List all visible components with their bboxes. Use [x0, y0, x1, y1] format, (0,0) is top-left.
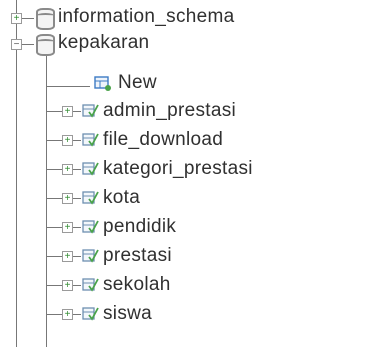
- table-label[interactable]: siswa: [103, 303, 152, 325]
- tree-branch-line: [46, 256, 62, 257]
- table-label[interactable]: file_download: [103, 129, 223, 151]
- table-row[interactable]: + admin_prestasi: [0, 98, 379, 126]
- expand-plus-icon[interactable]: +: [62, 106, 73, 117]
- tree-branch-line: [46, 86, 90, 87]
- table-icon: [82, 249, 99, 263]
- table-row[interactable]: + sekolah: [0, 272, 379, 300]
- table-row[interactable]: + kategori_prestasi: [0, 156, 379, 184]
- table-icon: [82, 278, 99, 292]
- expand-plus-icon[interactable]: +: [62, 280, 73, 291]
- expand-plus-icon[interactable]: +: [62, 222, 73, 233]
- table-row[interactable]: + siswa: [0, 301, 379, 329]
- database-label[interactable]: kepakaran: [58, 32, 149, 54]
- table-icon: [82, 220, 99, 234]
- tree-branch-line: [73, 140, 81, 141]
- tree-branch-line: [46, 314, 62, 315]
- database-label[interactable]: information_schema: [58, 6, 234, 28]
- tree-branch-line: [46, 227, 62, 228]
- table-icon: [82, 133, 99, 147]
- table-label[interactable]: kategori_prestasi: [103, 158, 253, 180]
- tree-branch-line: [73, 256, 81, 257]
- table-label[interactable]: prestasi: [103, 245, 172, 267]
- tree-branch-line: [73, 169, 81, 170]
- tree-branch-line: [46, 169, 62, 170]
- tree-branch-line: [73, 227, 81, 228]
- expand-plus-icon[interactable]: +: [62, 193, 73, 204]
- tree-branch-line: [73, 111, 81, 112]
- expand-plus-icon[interactable]: +: [62, 251, 73, 262]
- table-row[interactable]: + pendidik: [0, 214, 379, 242]
- database-icon: [36, 34, 55, 56]
- table-label[interactable]: pendidik: [103, 216, 176, 238]
- expand-plus-icon[interactable]: +: [62, 164, 73, 175]
- table-label[interactable]: admin_prestasi: [103, 100, 236, 122]
- table-label[interactable]: kota: [103, 187, 140, 209]
- expand-plus-icon[interactable]: +: [62, 309, 73, 320]
- tree-node-information-schema[interactable]: + information_schema: [0, 4, 379, 32]
- tree-node-kepakaran[interactable]: − kepakaran: [0, 30, 379, 58]
- table-icon: [82, 191, 99, 205]
- table-icon: [82, 162, 99, 176]
- tree-branch-line: [73, 285, 81, 286]
- tree-branch-line: [46, 140, 62, 141]
- table-row[interactable]: + prestasi: [0, 243, 379, 271]
- new-label[interactable]: New: [118, 72, 157, 94]
- database-navigation-tree: + information_schema − kepakaran New + ad…: [0, 0, 379, 347]
- tree-branch-line: [73, 198, 81, 199]
- tree-node-new[interactable]: New: [0, 62, 379, 93]
- table-row[interactable]: + file_download: [0, 127, 379, 155]
- database-icon: [36, 8, 55, 30]
- table-label[interactable]: sekolah: [103, 274, 171, 296]
- tree-branch-line: [22, 44, 34, 45]
- tree-branch-line: [73, 314, 81, 315]
- table-icon: [82, 307, 99, 321]
- tree-branch-line: [22, 18, 34, 19]
- tree-branch-line: [46, 111, 62, 112]
- expand-plus-icon[interactable]: +: [62, 135, 73, 146]
- new-table-icon: [94, 76, 111, 91]
- tree-branch-line: [46, 285, 62, 286]
- collapse-minus-icon[interactable]: −: [11, 39, 22, 50]
- table-icon: [82, 104, 99, 118]
- table-row[interactable]: + kota: [0, 185, 379, 213]
- expand-plus-icon[interactable]: +: [11, 13, 22, 24]
- tree-branch-line: [46, 198, 62, 199]
